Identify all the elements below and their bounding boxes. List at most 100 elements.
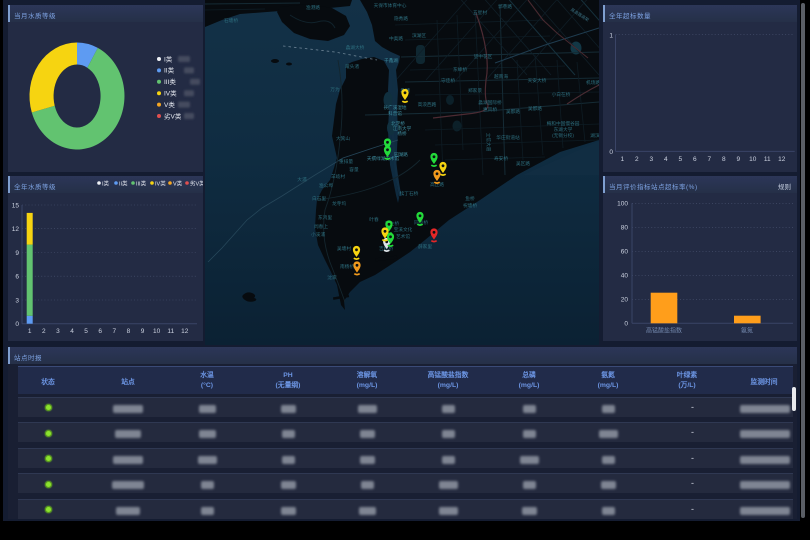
svg-text:1: 1 — [609, 33, 613, 40]
svg-text:鼋头渚: 鼋头渚 — [345, 63, 359, 70]
svg-text:东绛桥: 东绛桥 — [453, 66, 467, 73]
svg-text:10: 10 — [749, 156, 757, 163]
svg-text:吴都路: 吴都路 — [528, 105, 542, 112]
svg-text:艺术馆: 艺术馆 — [396, 233, 410, 240]
svg-text:7: 7 — [707, 156, 711, 163]
svg-text:郑家景: 郑家景 — [468, 87, 482, 94]
svg-text:梅和中国慢谷园: 梅和中国慢谷园 — [547, 120, 580, 127]
svg-text:6: 6 — [693, 156, 697, 163]
svg-text:中奥路: 中奥路 — [389, 35, 403, 42]
svg-text:V类: V类 — [173, 179, 183, 187]
svg-text:I类: I类 — [164, 54, 173, 63]
svg-text:60: 60 — [621, 249, 629, 256]
svg-text:3: 3 — [649, 156, 653, 163]
svg-text:大浦: 大浦 — [297, 176, 307, 183]
svg-text:5: 5 — [84, 328, 88, 335]
svg-text:祝塘桥: 祝塘桥 — [463, 202, 477, 209]
svg-text:IV类: IV类 — [164, 89, 177, 98]
svg-text:渔公埠: 渔公埠 — [319, 182, 333, 189]
svg-text:40: 40 — [621, 273, 629, 280]
svg-text:6: 6 — [98, 328, 102, 335]
svg-text:郭巷路: 郭巷路 — [498, 3, 512, 10]
svg-text:犊丁石桥: 犊丁石桥 — [400, 190, 419, 197]
svg-text:天保市体育中心: 天保市体育中心 — [374, 2, 407, 9]
svg-text:V类: V类 — [164, 100, 175, 109]
svg-text:南杨桥: 南杨桥 — [340, 263, 354, 270]
svg-text:石塘桥: 石塘桥 — [224, 17, 238, 24]
svg-text:大箕山: 大箕山 — [336, 135, 350, 142]
svg-text:9: 9 — [15, 250, 19, 257]
svg-text:守佳桥: 守佳桥 — [441, 77, 455, 84]
svg-text:闾春上: 闾春上 — [314, 223, 328, 230]
svg-text:吴区路: 吴区路 — [516, 160, 530, 167]
svg-text:华庄街道站: 华庄街道站 — [496, 134, 520, 141]
svg-text:II类: II类 — [164, 66, 175, 75]
svg-text:9: 9 — [736, 156, 740, 163]
svg-text:5: 5 — [678, 156, 682, 163]
svg-text:宝溪文化: 宝溪文化 — [394, 226, 413, 233]
svg-text:小溪浦: 小溪浦 — [311, 231, 325, 238]
svg-text:20: 20 — [621, 297, 629, 304]
svg-text:9: 9 — [141, 328, 145, 335]
svg-text:东鸿里: 东鸿里 — [318, 214, 332, 221]
svg-text:III类: III类 — [136, 179, 147, 187]
svg-text:12: 12 — [12, 226, 20, 233]
svg-text:惠风桥: 惠风桥 — [483, 106, 497, 113]
svg-text:杨桥: 杨桥 — [397, 130, 407, 137]
svg-text:100: 100 — [617, 201, 628, 208]
svg-text:3: 3 — [56, 328, 60, 335]
svg-text:北定桥: 北定桥 — [391, 120, 405, 127]
svg-text:白石里: 白石里 — [312, 195, 326, 202]
svg-text:渔港路: 渔港路 — [306, 4, 320, 11]
svg-text:8: 8 — [127, 328, 131, 335]
svg-text:1: 1 — [28, 328, 32, 335]
svg-text:高浪西路: 高浪西路 — [418, 101, 437, 108]
svg-text:五星村: 五星村 — [473, 9, 487, 15]
svg-text:15: 15 — [12, 202, 20, 209]
svg-text:千鑫湖: 千鑫湖 — [384, 57, 398, 64]
svg-text:高锰酸盐指数: 高锰酸盐指数 — [646, 327, 682, 335]
svg-text:立信大道: 立信大道 — [485, 133, 492, 152]
svg-text:长广溪湿地: 长广溪湿地 — [384, 104, 407, 111]
svg-text:龙寺坞: 龙寺坞 — [332, 200, 346, 207]
svg-text:薛家里: 薛家里 — [418, 243, 432, 250]
svg-text:4: 4 — [70, 328, 74, 335]
svg-text:8: 8 — [722, 156, 726, 163]
svg-text:蠡湖国际桥: 蠡湖国际桥 — [478, 99, 502, 106]
svg-text:东湖大学: 东湖大学 — [554, 126, 573, 133]
svg-text:劣V类: 劣V类 — [164, 111, 182, 120]
svg-text:越南海: 越南海 — [494, 73, 508, 80]
svg-text:重排量: 重排量 — [339, 158, 353, 165]
svg-text:沈家: 沈家 — [327, 274, 337, 281]
svg-text:氨氮: 氨氮 — [741, 327, 753, 335]
svg-text:II类: II类 — [119, 179, 128, 187]
svg-text:吴都路: 吴都路 — [506, 108, 520, 115]
svg-text:园湖路: 园湖路 — [394, 151, 408, 158]
svg-text:湖滨: 湖滨 — [590, 132, 599, 139]
svg-text:容量: 容量 — [349, 166, 359, 173]
svg-text:6: 6 — [15, 274, 19, 281]
svg-text:吴塘村: 吴塘村 — [337, 245, 351, 252]
svg-text:0: 0 — [609, 149, 613, 156]
svg-text:12: 12 — [778, 156, 786, 163]
svg-text:鱼桥: 鱼桥 — [465, 195, 475, 202]
svg-text:科普馆: 科普馆 — [388, 110, 402, 117]
svg-text:滨湖区: 滨湖区 — [412, 32, 426, 39]
svg-text:III类: III类 — [164, 77, 176, 86]
svg-text:3: 3 — [15, 297, 19, 304]
svg-text:(无锡分校): (无锡分校) — [552, 132, 574, 139]
svg-text:机场路: 机场路 — [586, 79, 599, 86]
svg-text:望中花区: 望中花区 — [474, 53, 493, 60]
svg-text:1: 1 — [620, 156, 624, 163]
svg-text:IV类: IV类 — [155, 179, 166, 187]
svg-text:80: 80 — [621, 225, 629, 232]
svg-text:万为: 万为 — [330, 86, 340, 93]
svg-text:2: 2 — [42, 328, 46, 335]
svg-text:隐秀路: 隐秀路 — [394, 15, 408, 22]
svg-text:羊岐村: 羊岐村 — [331, 173, 345, 180]
svg-text:寿安桥: 寿安桥 — [494, 155, 508, 162]
svg-text:10: 10 — [153, 328, 161, 335]
svg-text:0: 0 — [15, 321, 19, 328]
svg-text:叶春: 叶春 — [369, 216, 379, 223]
svg-text:小白在桥: 小白在桥 — [552, 91, 571, 98]
